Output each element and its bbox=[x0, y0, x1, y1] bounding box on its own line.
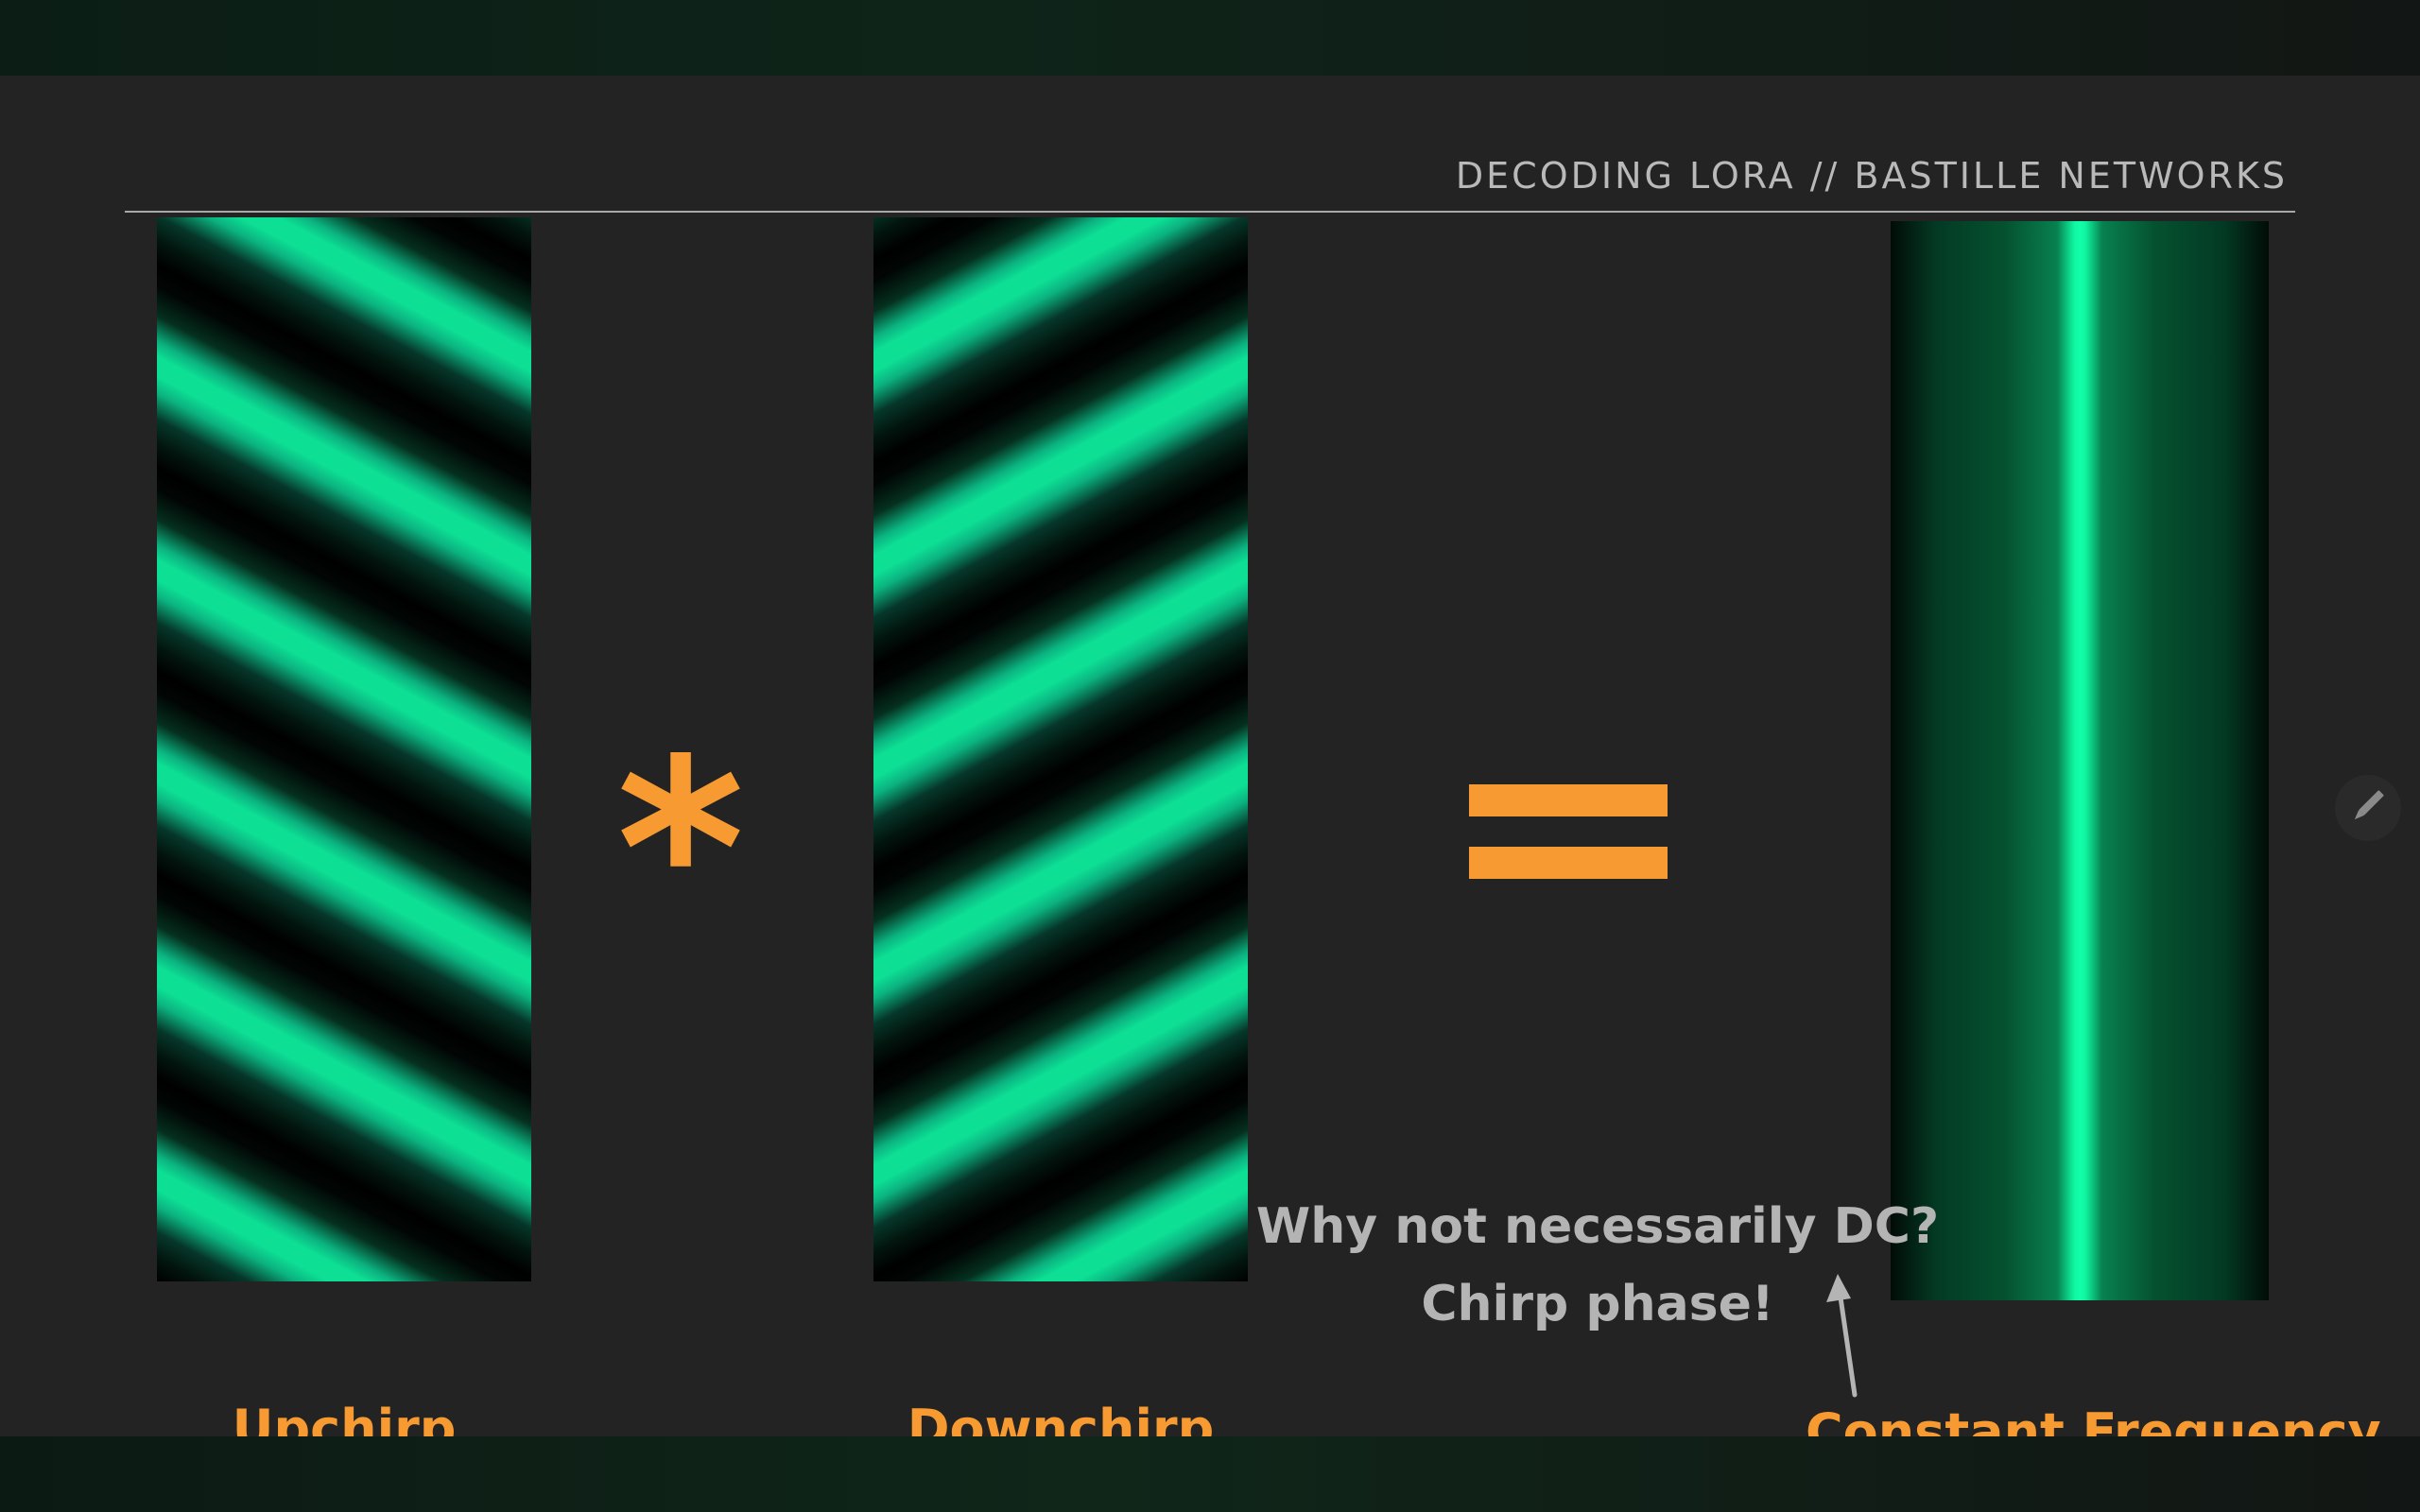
slide-header: DECODING LORA // BASTILLE NETWORKS bbox=[1455, 155, 2288, 197]
upchirp-spectrogram bbox=[157, 217, 531, 1281]
equals-operator-bottom-bar bbox=[1469, 847, 1668, 879]
arrow-up-icon bbox=[1815, 1270, 1872, 1406]
pencil-icon bbox=[2347, 785, 2389, 831]
slide: DECODING LORA // BASTILLE NETWORKS * Upc… bbox=[0, 76, 2420, 1462]
multiply-operator: * bbox=[616, 708, 745, 993]
downchirp-spectrogram bbox=[873, 217, 1248, 1281]
presentation-frame: DECODING LORA // BASTILLE NETWORKS * Upc… bbox=[0, 0, 2420, 1512]
edit-button[interactable] bbox=[2335, 775, 2401, 841]
bottom-letterbox bbox=[0, 1436, 2420, 1512]
equals-operator-top-bar bbox=[1469, 784, 1668, 816]
header-divider bbox=[125, 211, 2295, 213]
top-letterbox bbox=[0, 0, 2420, 76]
note-question: Why not necessarily DC? bbox=[1255, 1198, 1940, 1255]
constant-frequency-spectrogram bbox=[1891, 221, 2269, 1300]
